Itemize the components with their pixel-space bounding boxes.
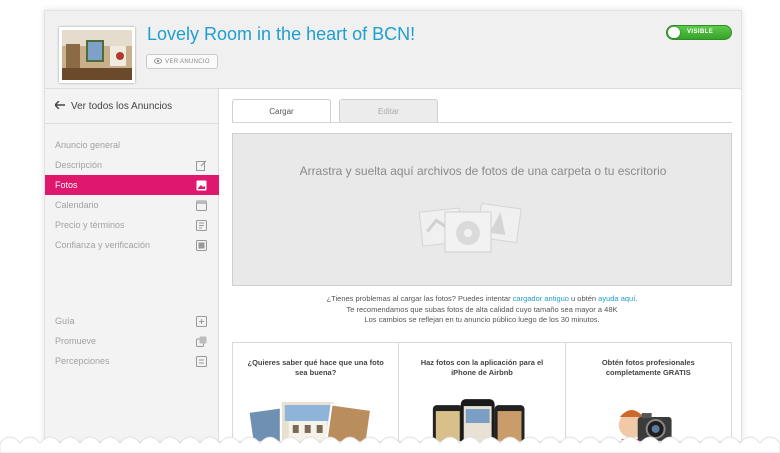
edit-icon xyxy=(196,160,207,171)
photo-tabs: Cargar Editar xyxy=(232,99,438,123)
help-middle: u obtén xyxy=(568,294,599,303)
card-title: ¿Quieres saber qué hace que una foto sea… xyxy=(247,358,384,377)
tab-edit[interactable]: Editar xyxy=(339,99,438,122)
tab-divider xyxy=(232,122,732,123)
upload-help-text: ¿Tienes problemas al cargar las fotos? P… xyxy=(232,294,732,326)
sidebar-item-promote[interactable]: Promueve xyxy=(45,331,219,351)
sidebar-menu-secondary: Guía Promueve Percepciones xyxy=(45,311,219,371)
help-suffix: . xyxy=(635,294,638,303)
help-line-2: Te recomendamos que subas fotos de alta … xyxy=(346,304,618,314)
verification-icon xyxy=(196,239,207,251)
card-iphone-app[interactable]: Haz fotos con la aplicación para el iPho… xyxy=(399,343,566,441)
sidebar-item-photos[interactable]: Fotos xyxy=(45,175,219,195)
photo-dropzone[interactable]: Arrastra y suelta aquí archivos de fotos… xyxy=(232,133,732,286)
promote-icon xyxy=(196,336,207,347)
insights-icon xyxy=(196,355,207,367)
sidebar-item-pricing[interactable]: Precio y términos xyxy=(45,215,219,235)
listing-header: Lovely Room in the heart of BCN! VER ANU… xyxy=(45,11,741,89)
listing-title[interactable]: Lovely Room in the heart of BCN! xyxy=(147,24,415,45)
listing-thumbnail[interactable] xyxy=(59,27,135,83)
torn-edge-decoration xyxy=(0,436,780,453)
help-line-1: ¿Tienes problemas al cargar las fotos? P… xyxy=(232,294,732,305)
tab-upload[interactable]: Cargar xyxy=(232,99,331,123)
visibility-label: VISIBLE xyxy=(687,29,714,35)
sidebar-item-overview[interactable]: Anuncio general xyxy=(45,135,219,155)
arrow-left-icon xyxy=(54,100,65,112)
sidebar-item-label: Descripción xyxy=(55,160,103,170)
sidebar-item-label: Percepciones xyxy=(55,356,110,366)
card-title: Obtén fotos profesionales completamente … xyxy=(601,358,695,377)
old-uploader-link[interactable]: cargador antiguo xyxy=(513,294,569,303)
dropzone-instructions: Arrastra y suelta aquí archivos de fotos… xyxy=(299,164,667,178)
sidebar-item-insights[interactable]: Percepciones xyxy=(45,351,219,371)
guide-icon xyxy=(196,315,207,327)
sidebar-item-guide[interactable]: Guía xyxy=(45,311,219,331)
sidebar-item-label: Guía xyxy=(55,316,75,326)
sidebar-item-label: Fotos xyxy=(55,180,78,190)
sidebar: Ver todos los Anuncios Anuncio general D… xyxy=(45,89,219,441)
toggle-knob xyxy=(668,27,680,38)
card-professional-photos[interactable]: Obtén fotos profesionales completamente … xyxy=(566,343,731,441)
sidebar-item-calendar[interactable]: Calendario xyxy=(45,195,219,215)
view-listing-button[interactable]: VER ANUNCIO xyxy=(146,54,218,69)
photo-icon xyxy=(196,180,207,191)
price-icon xyxy=(196,219,207,231)
card-title: Haz fotos con la aplicación para el iPho… xyxy=(420,358,544,377)
sidebar-item-label: Anuncio general xyxy=(55,140,121,150)
calendar-icon xyxy=(196,200,207,211)
eye-icon xyxy=(154,57,163,66)
help-link[interactable]: ayuda aquí xyxy=(598,294,635,303)
back-link-label: Ver todos los Anuncios xyxy=(71,100,173,112)
card-good-photo-tips[interactable]: ¿Quieres saber qué hace que una foto sea… xyxy=(233,343,400,441)
sidebar-item-label: Precio y términos xyxy=(55,220,125,230)
sidebar-item-label: Promueve xyxy=(55,336,97,346)
sidebar-item-label: Calendario xyxy=(55,200,99,210)
sidebar-item-label: Confianza y verificación xyxy=(55,240,151,250)
view-listing-label: VER ANUNCIO xyxy=(165,58,210,65)
sidebar-item-trust-verification[interactable]: Confianza y verificación xyxy=(45,235,219,255)
back-to-listings-link[interactable]: Ver todos los Anuncios xyxy=(45,89,219,124)
listing-editor-window: Lovely Room in the heart of BCN! VER ANU… xyxy=(44,10,742,442)
help-line-3: Los cambios se reflejan en tu anuncio pú… xyxy=(364,315,600,324)
sidebar-item-description[interactable]: Descripción xyxy=(45,155,219,175)
photo-tips-cards: ¿Quieres saber qué hace que una foto sea… xyxy=(232,342,732,441)
sidebar-menu-primary: Anuncio general Descripción Fotos Calend… xyxy=(45,135,219,255)
photos-placeholder-icon xyxy=(418,202,522,253)
visibility-toggle[interactable]: VISIBLE xyxy=(666,25,732,40)
help-prefix: ¿Tienes problemas al cargar las fotos? P… xyxy=(326,294,513,303)
